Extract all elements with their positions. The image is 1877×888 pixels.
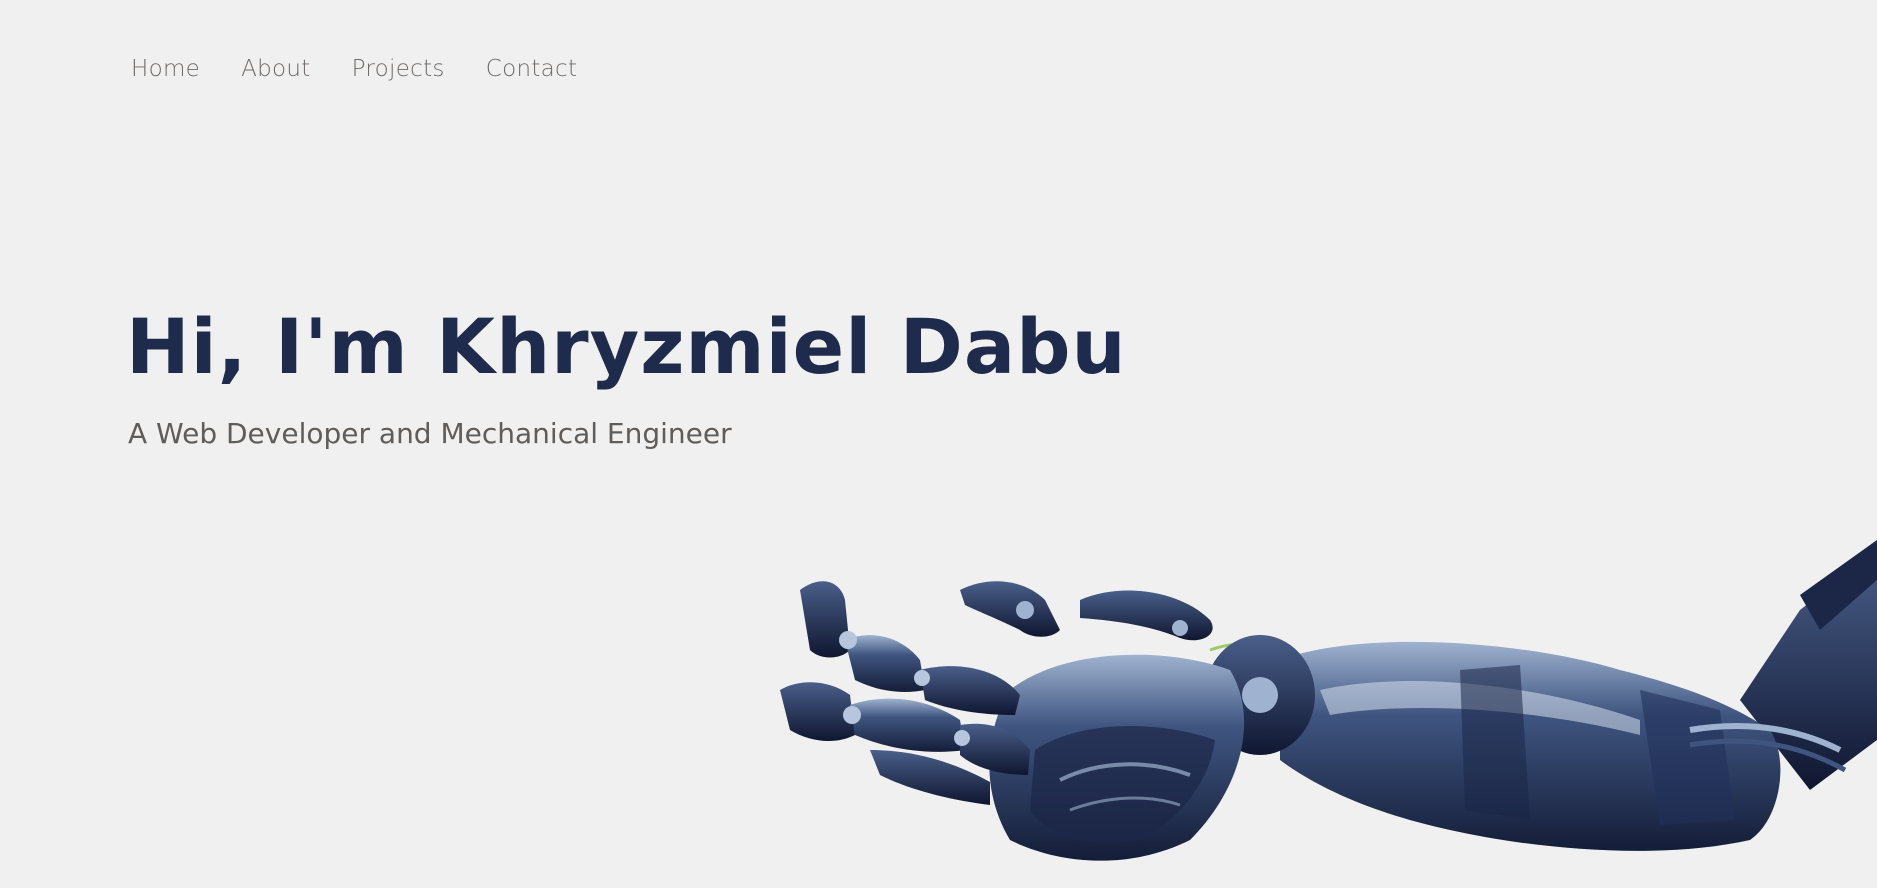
nav-link-contact[interactable]: Contact — [486, 56, 578, 82]
robotic-arm-icon — [780, 540, 1877, 861]
nav-link-about[interactable]: About — [241, 56, 311, 82]
nav-link-home[interactable]: Home — [131, 56, 200, 82]
hero-subtitle: A Web Developer and Mechanical Engineer — [128, 417, 732, 450]
main-nav: Home About Projects Contact — [131, 56, 618, 82]
page: Home About Projects Contact Hi, I'm Khry… — [0, 0, 1877, 888]
nav-link-projects[interactable]: Projects — [352, 56, 445, 82]
hero-title: Hi, I'm Khryzmiel Dabu — [126, 302, 1127, 391]
